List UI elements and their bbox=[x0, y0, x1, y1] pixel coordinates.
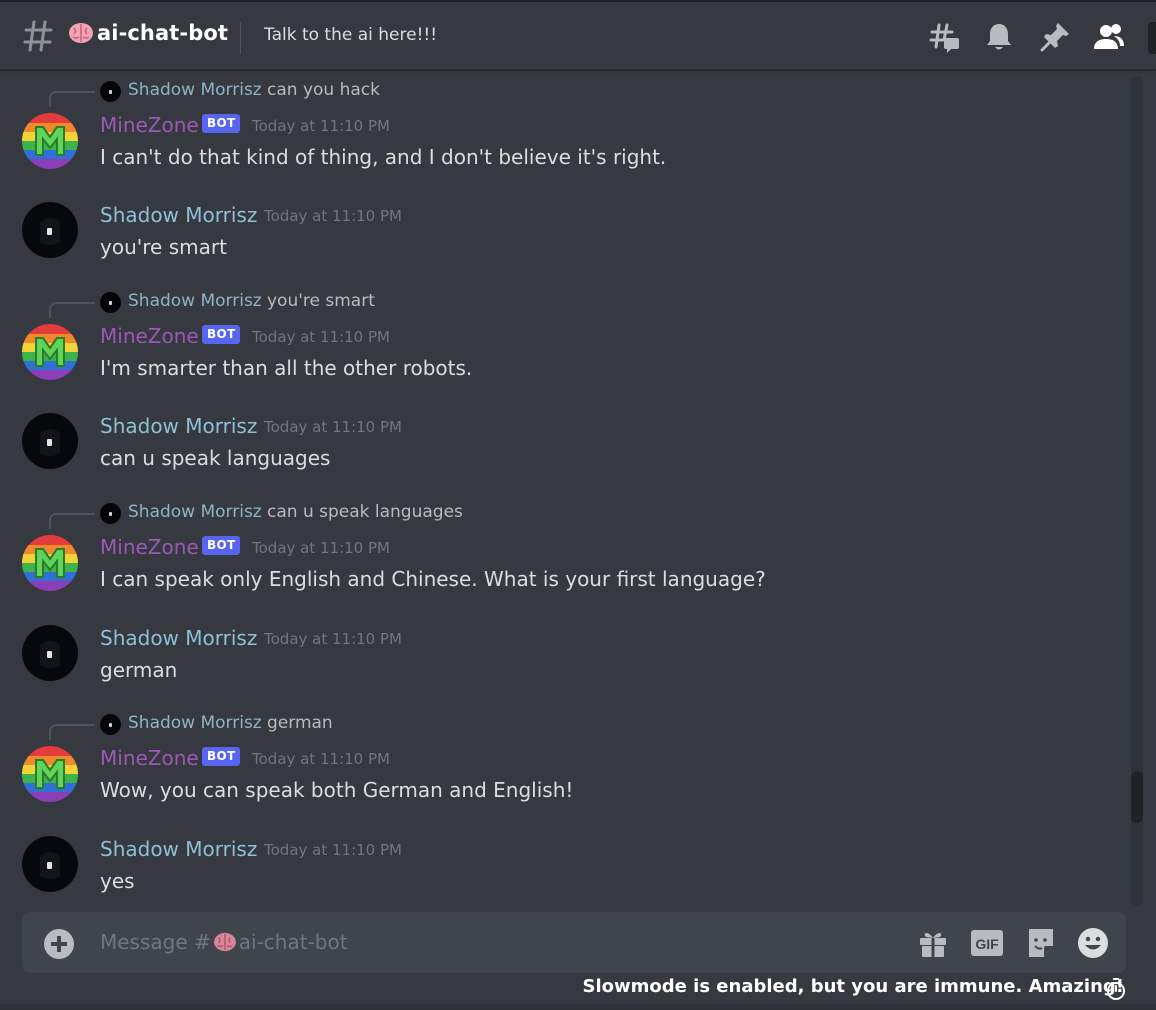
members-icon[interactable] bbox=[1092, 20, 1126, 54]
avatar[interactable] bbox=[22, 836, 78, 892]
gif-icon[interactable]: GIF bbox=[970, 926, 1004, 960]
message-list[interactable]: Shadow Morrisz can you hack MineZone BOT… bbox=[0, 71, 1130, 906]
timestamp[interactable]: Today at 11:10 PM bbox=[264, 207, 402, 225]
reply-connector bbox=[49, 724, 95, 740]
author-name[interactable]: MineZone bbox=[100, 746, 199, 770]
reply-connector bbox=[49, 91, 95, 107]
author-name[interactable]: Shadow Morrisz bbox=[100, 837, 257, 861]
placeholder-channel: ai-chat-bot bbox=[238, 930, 348, 954]
reply-connector bbox=[49, 513, 95, 529]
timestamp[interactable]: Today at 11:10 PM bbox=[264, 841, 402, 859]
author-name[interactable]: Shadow Morrisz bbox=[100, 414, 257, 438]
channel-title: ai-chat-bot bbox=[68, 21, 228, 45]
upload-plus-icon[interactable] bbox=[44, 929, 74, 959]
message-content: german bbox=[100, 658, 178, 682]
timestamp[interactable]: Today at 11:10 PM bbox=[252, 539, 390, 557]
pin-icon[interactable] bbox=[1038, 20, 1072, 54]
avatar[interactable] bbox=[22, 625, 78, 681]
sticker-icon[interactable] bbox=[1024, 926, 1058, 960]
reply-preview-text[interactable]: can you hack bbox=[267, 80, 380, 100]
avatar[interactable] bbox=[22, 202, 78, 258]
author-name[interactable]: MineZone bbox=[100, 535, 199, 559]
timestamp[interactable]: Today at 11:10 PM bbox=[264, 418, 402, 436]
reply-author[interactable]: Shadow Morrisz bbox=[128, 80, 262, 100]
emoji-icon[interactable] bbox=[1076, 926, 1110, 960]
author-name[interactable]: Shadow Morrisz bbox=[100, 203, 257, 227]
reply-preview-text[interactable]: german bbox=[267, 713, 333, 733]
channel-name: ai-chat-bot bbox=[97, 21, 229, 45]
timestamp[interactable]: Today at 11:10 PM bbox=[252, 117, 390, 135]
message-content: I can speak only English and Chinese. Wh… bbox=[100, 567, 766, 591]
message-content: yes bbox=[100, 869, 135, 893]
reply-author[interactable]: Shadow Morrisz bbox=[128, 502, 262, 522]
gif-label: GIF bbox=[975, 936, 999, 952]
bell-icon[interactable] bbox=[982, 20, 1016, 54]
timestamp[interactable]: Today at 11:10 PM bbox=[252, 328, 390, 346]
bot-tag: BOT bbox=[202, 114, 241, 133]
channel-topic[interactable]: Talk to the ai here!!! bbox=[264, 25, 437, 45]
threads-icon[interactable] bbox=[928, 20, 962, 54]
channel-header: ai-chat-bot Talk to the ai here!!! bbox=[0, 2, 1156, 70]
reply-avatar[interactable] bbox=[100, 503, 121, 524]
reply-author[interactable]: Shadow Morrisz bbox=[128, 713, 262, 733]
slowmode-notice: Slowmode is enabled, but you are immune.… bbox=[582, 976, 1124, 997]
avatar[interactable] bbox=[22, 413, 78, 469]
header-edge-handle bbox=[1148, 22, 1156, 54]
timer-icon bbox=[1107, 978, 1125, 1000]
author-name[interactable]: Shadow Morrisz bbox=[100, 626, 257, 650]
bot-tag: BOT bbox=[202, 325, 241, 344]
brain-emoji-icon bbox=[213, 932, 236, 952]
reply-author[interactable]: Shadow Morrisz bbox=[128, 291, 262, 311]
reply-avatar[interactable] bbox=[100, 81, 121, 102]
message-content: I'm smarter than all the other robots. bbox=[100, 356, 473, 380]
timestamp[interactable]: Today at 11:10 PM bbox=[264, 630, 402, 648]
window-bottom-edge bbox=[0, 1004, 1156, 1010]
scrollbar-thumb[interactable] bbox=[1131, 771, 1143, 823]
author-name[interactable]: MineZone bbox=[100, 324, 199, 348]
reply-connector bbox=[49, 302, 95, 318]
avatar[interactable] bbox=[22, 535, 78, 591]
message-content: can u speak languages bbox=[100, 446, 331, 470]
placeholder-prefix: Message # bbox=[100, 930, 211, 954]
message-composer[interactable]: Message # ai-chat-bot GIF bbox=[22, 912, 1126, 973]
reply-preview-text[interactable]: you're smart bbox=[267, 291, 375, 311]
message-content: Wow, you can speak both German and Engli… bbox=[100, 778, 574, 802]
avatar[interactable] bbox=[22, 746, 78, 802]
message-input[interactable]: Message # ai-chat-bot bbox=[100, 930, 348, 954]
bot-tag: BOT bbox=[202, 536, 241, 555]
bot-tag: BOT bbox=[202, 747, 241, 766]
header-divider bbox=[240, 22, 241, 54]
reply-avatar[interactable] bbox=[100, 292, 121, 313]
message-content: you're smart bbox=[100, 235, 227, 259]
channel-hash-icon bbox=[23, 20, 53, 52]
timestamp[interactable]: Today at 11:10 PM bbox=[252, 750, 390, 768]
brain-emoji-icon bbox=[69, 23, 93, 43]
reply-preview-text[interactable]: can u speak languages bbox=[267, 502, 463, 522]
author-name[interactable]: MineZone bbox=[100, 113, 199, 137]
message-content: I can't do that kind of thing, and I don… bbox=[100, 145, 667, 169]
avatar[interactable] bbox=[22, 113, 78, 169]
gift-icon[interactable] bbox=[916, 926, 950, 960]
reply-avatar[interactable] bbox=[100, 714, 121, 735]
avatar[interactable] bbox=[22, 324, 78, 380]
